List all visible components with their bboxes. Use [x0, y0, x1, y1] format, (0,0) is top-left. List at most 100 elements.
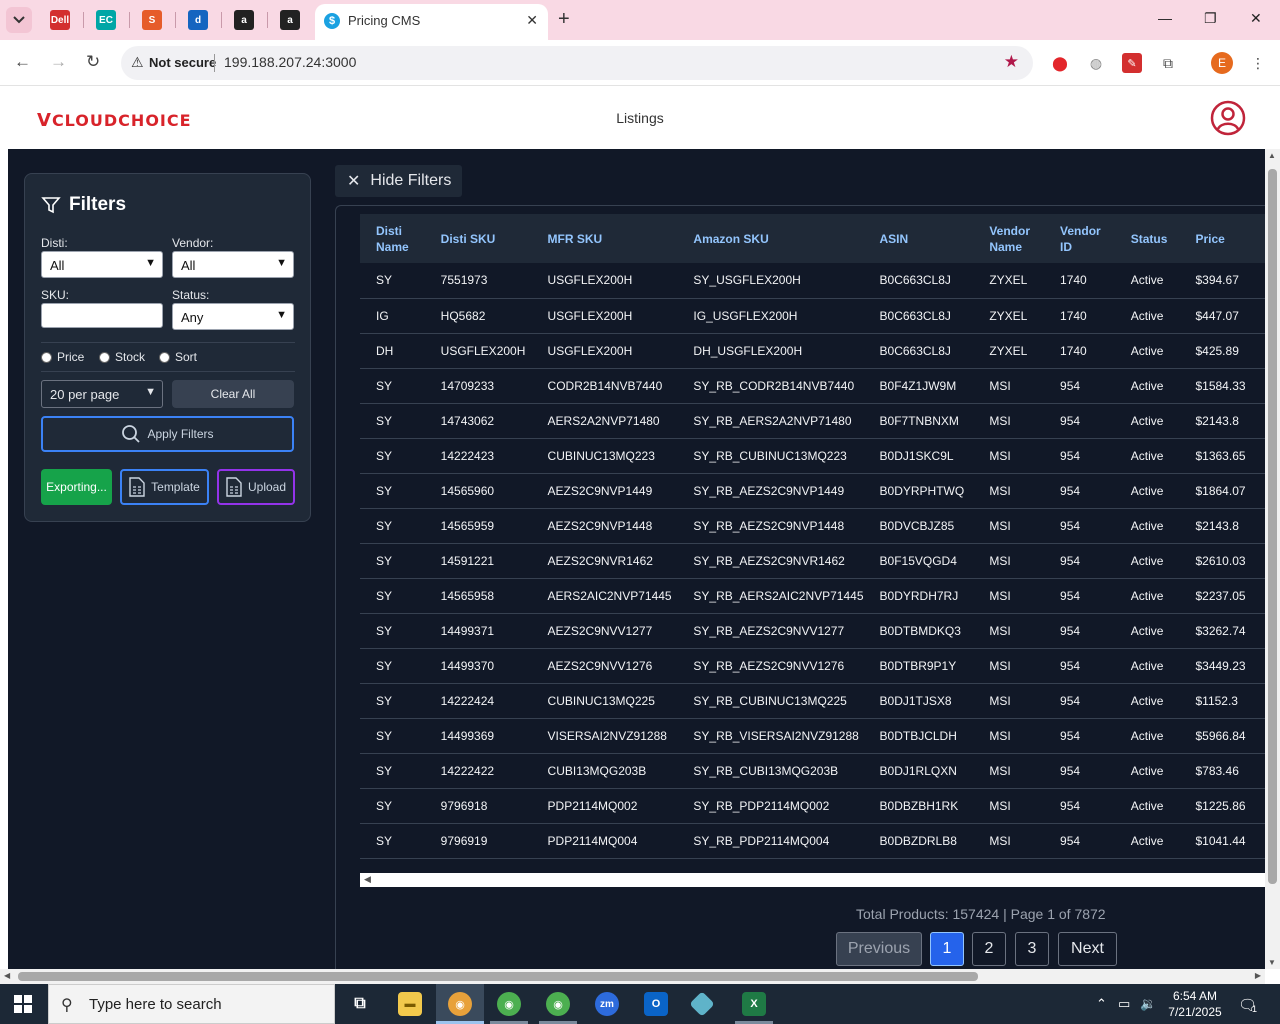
- taskbar-search-box[interactable]: ⚲ Type here to search: [48, 984, 335, 1024]
- network-icon[interactable]: ▭: [1118, 996, 1130, 1012]
- chrome-profile-icon[interactable]: ◉: [546, 992, 570, 1016]
- outlook-icon[interactable]: O: [644, 992, 668, 1016]
- system-clock[interactable]: 6:54 AM 7/21/2025: [1160, 988, 1230, 1020]
- clear-all-button[interactable]: Clear All: [172, 380, 294, 408]
- close-window-icon[interactable]: ✕: [1250, 10, 1262, 27]
- file-explorer-icon[interactable]: ▬: [398, 992, 422, 1016]
- sort-sort-radio[interactable]: Sort: [159, 350, 197, 364]
- forward-icon[interactable]: →: [50, 52, 67, 72]
- security-label[interactable]: Not secure: [149, 55, 216, 70]
- scroll-right-icon[interactable]: ▶: [1255, 971, 1261, 980]
- column-header[interactable]: Disti SKU: [425, 214, 532, 263]
- page-horizontal-scrollbar[interactable]: ◀ ▶: [0, 969, 1265, 984]
- previous-page-button[interactable]: Previous: [836, 932, 922, 966]
- table-row[interactable]: SY 14222423 CUBINUC13MQ223 SY_RB_CUBINUC13M…: [360, 438, 1265, 474]
- blue-app-icon[interactable]: d: [188, 10, 208, 30]
- swirl-icon[interactable]: S: [142, 10, 162, 30]
- disti-select[interactable]: All ▼: [41, 251, 163, 278]
- table-row[interactable]: SY 14499369 VISERSAI2NVZ91288 SY_RB_VISERSA…: [360, 718, 1265, 754]
- extensions-puzzle-icon[interactable]: ⧉: [1158, 53, 1178, 73]
- table-row[interactable]: SY 14499371 AEZS2C9NVV1277 SY_RB_AEZS2C9NVV…: [360, 613, 1265, 649]
- scroll-left-icon[interactable]: ◀: [364, 874, 371, 885]
- upload-button[interactable]: Upload: [217, 469, 295, 505]
- column-header[interactable]: Amazon SKU: [677, 214, 863, 263]
- zoom-icon[interactable]: zm: [595, 992, 619, 1016]
- new-tab-icon[interactable]: +: [558, 8, 570, 31]
- user-account-icon[interactable]: [1210, 100, 1246, 136]
- windows-start-icon[interactable]: [14, 995, 32, 1013]
- apply-filters-button[interactable]: Apply Filters: [41, 416, 294, 452]
- page-2-button[interactable]: 2: [972, 932, 1006, 966]
- column-header[interactable]: Disti Name: [360, 214, 425, 263]
- table-row[interactable]: SY 14565959 AEZS2C9NVP1448 SY_RB_AEZS2C9NVP…: [360, 508, 1265, 544]
- table-row[interactable]: SY 7551973 USGFLEX200H SY_USGFLEX200H B0C663…: [360, 263, 1265, 299]
- sku-input[interactable]: [41, 303, 163, 328]
- reload-icon[interactable]: ↻: [86, 52, 100, 72]
- hide-filters-button[interactable]: ✕ Hide Filters: [335, 165, 462, 197]
- template-button[interactable]: Template: [120, 469, 209, 505]
- scrollbar-thumb[interactable]: [18, 972, 978, 981]
- app-diamond-icon[interactable]: [689, 991, 715, 1017]
- warning-icon[interactable]: ⚠: [131, 54, 144, 71]
- per-page-select[interactable]: 20 per page ▼: [41, 380, 163, 408]
- column-header[interactable]: Status: [1115, 214, 1180, 263]
- table-row[interactable]: SY 14709233 CODR2B14NVB7440 SY_RB_CODR2B14N…: [360, 368, 1265, 404]
- scroll-left-icon[interactable]: ◀: [4, 971, 10, 980]
- url-text[interactable]: 199.188.207.24:3000: [224, 54, 356, 70]
- amazon-icon[interactable]: a: [280, 10, 300, 30]
- table-row[interactable]: SY 14565960 AEZS2C9NVP1449 SY_RB_AEZS2C9NVP…: [360, 473, 1265, 509]
- sort-price-radio[interactable]: Price: [41, 350, 84, 364]
- column-header[interactable]: MFR SKU: [532, 214, 678, 263]
- export-button[interactable]: Exporting...: [41, 469, 112, 505]
- page-vertical-scrollbar[interactable]: ▲ ▼: [1265, 149, 1280, 969]
- profile-avatar[interactable]: E: [1211, 52, 1233, 74]
- column-header[interactable]: Vendor Name: [973, 214, 1044, 263]
- close-tab-icon[interactable]: ✕: [526, 12, 538, 29]
- minimize-icon[interactable]: —: [1158, 10, 1172, 26]
- table-row[interactable]: SY 14222422 CUBI13MQG203B SY_RB_CUBI13MQG20…: [360, 753, 1265, 789]
- scroll-down-icon[interactable]: ▼: [1268, 958, 1276, 967]
- status-select[interactable]: Any ▼: [172, 303, 294, 330]
- amazon-icon[interactable]: a: [234, 10, 254, 30]
- page-1-button[interactable]: 1: [930, 932, 964, 966]
- table-row[interactable]: IG HQ5682 USGFLEX200H IG_USGFLEX200H B0C663C…: [360, 298, 1265, 334]
- table-row[interactable]: SY 14565958 AERS2AIC2NVP71445 SY_RB_AERS2AI…: [360, 578, 1265, 614]
- sort-stock-radio[interactable]: Stock: [99, 350, 145, 364]
- chrome-profile-icon[interactable]: ◉: [497, 992, 521, 1016]
- table-row[interactable]: SY 9796919 PDP2114MQ004 SY_RB_PDP2114MQ004 B…: [360, 823, 1265, 859]
- bookmark-star-icon[interactable]: ★: [1004, 52, 1019, 72]
- tab-pricing-cms[interactable]: $ Pricing CMS ✕: [315, 4, 548, 40]
- table-row[interactable]: DH USGFLEX200H USGFLEX200H DH_USGFLEX200H B0…: [360, 333, 1265, 369]
- table-row[interactable]: SY 14591221 AEZS2C9NVR1462 SY_RB_AEZS2C9NVR…: [360, 543, 1265, 579]
- page-3-button[interactable]: 3: [1015, 932, 1049, 966]
- tab-search-chevron-icon[interactable]: [6, 7, 32, 33]
- chrome-icon[interactable]: ◉: [448, 992, 472, 1016]
- tray-chevron-up-icon[interactable]: ⌃: [1096, 996, 1107, 1012]
- dell-icon[interactable]: Dell: [50, 10, 70, 30]
- scroll-up-icon[interactable]: ▲: [1268, 151, 1276, 160]
- listings-table-container[interactable]: Disti Name Disti SKU MFR SKU Amazon SKU …: [360, 214, 1265, 874]
- browser-menu-icon[interactable]: ⋮: [1248, 53, 1268, 73]
- volume-icon[interactable]: 🔉: [1140, 996, 1156, 1012]
- back-icon[interactable]: ←: [14, 52, 31, 72]
- table-row[interactable]: SY 14222424 CUBINUC13MQ225 SY_RB_CUBINUC13M…: [360, 683, 1265, 719]
- scrollbar-thumb[interactable]: [1268, 169, 1277, 884]
- table-horizontal-scrollbar[interactable]: ◀: [360, 873, 1265, 887]
- restore-icon[interactable]: ❐: [1204, 10, 1217, 27]
- globe-extension-icon[interactable]: ◍: [1086, 53, 1106, 73]
- next-page-button[interactable]: Next: [1058, 932, 1117, 966]
- column-header[interactable]: Price: [1179, 214, 1265, 263]
- table-row[interactable]: SY 14743062 AERS2A2NVP71480 SY_RB_AERS2A2NV…: [360, 403, 1265, 439]
- task-view-icon[interactable]: ⧉: [348, 992, 372, 1016]
- cell-disti-sku: 14499369: [424, 718, 532, 754]
- column-header[interactable]: Vendor ID: [1044, 214, 1115, 263]
- excel-icon[interactable]: X: [742, 992, 766, 1016]
- column-header[interactable]: ASIN: [864, 214, 974, 263]
- table-row[interactable]: SY 14499370 AEZS2C9NVV1276 SY_RB_AEZS2C9NVV…: [360, 648, 1265, 684]
- vendor-select[interactable]: All ▼: [172, 251, 294, 278]
- opera-extension-icon[interactable]: ⬤: [1050, 53, 1070, 73]
- ec-icon[interactable]: EC: [96, 10, 116, 30]
- address-bar[interactable]: ⚠ Not secure 199.188.207.24:3000 ★: [121, 46, 1033, 80]
- table-row[interactable]: SY 9796918 PDP2114MQ002 SY_RB_PDP2114MQ002 B…: [360, 788, 1265, 824]
- pdf-extension-icon[interactable]: ✎: [1122, 53, 1142, 73]
